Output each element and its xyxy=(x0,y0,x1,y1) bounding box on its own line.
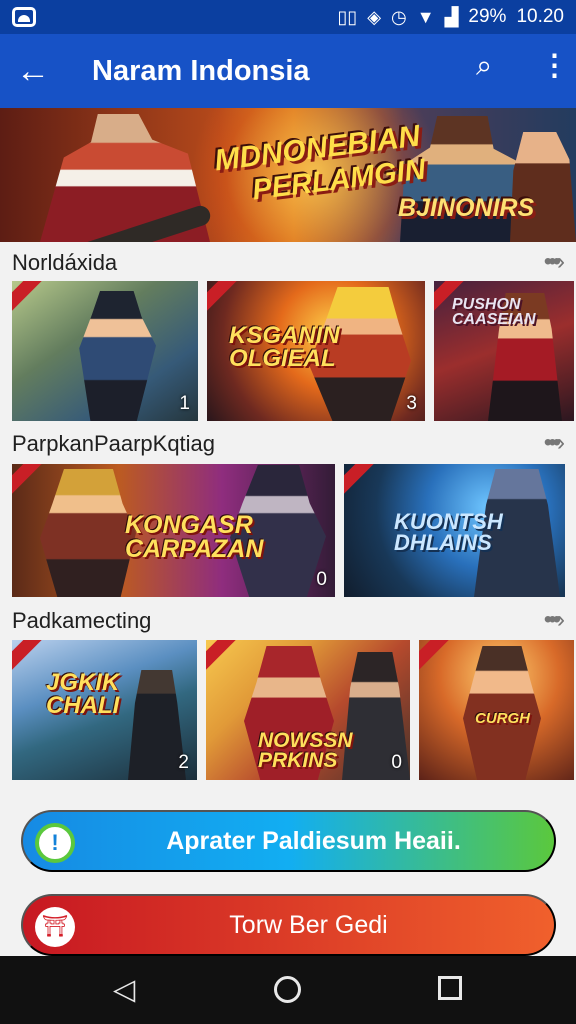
game-card-row: 1 KSGANIN OLGIEAL 3 PUSHON CAASEIAN xyxy=(12,281,574,421)
section-title: Padkamecting xyxy=(12,608,152,633)
game-card[interactable]: NOWSSN PRKINS 0 xyxy=(206,640,410,780)
game-card[interactable]: KUONTSH DHLAINS xyxy=(344,464,565,597)
card-title: KSGANIN OLGIEAL xyxy=(229,322,340,372)
alarm-icon: ◷ xyxy=(391,7,407,27)
card-count: 1 xyxy=(179,393,190,414)
game-card[interactable]: KSGANIN OLGIEAL 3 xyxy=(207,281,425,421)
app-bar: ← Naram Indonsia ⌕ ⋮ xyxy=(0,34,576,108)
banner-title-line-3: BJINONIRS xyxy=(398,194,535,222)
back-arrow-icon[interactable]: ← xyxy=(0,54,66,88)
nav-recent-apps-icon[interactable] xyxy=(438,976,462,1000)
wifi-icon: ▼ xyxy=(416,7,435,27)
card-title: NOWSSN PRKINS xyxy=(258,729,353,772)
nav-home-icon[interactable] xyxy=(274,976,301,1003)
card-count: 0 xyxy=(316,569,327,590)
primary-button-label: Aprater Paldiesum Heaii. xyxy=(166,826,461,855)
section-more-arrow-icon[interactable]: •••› xyxy=(544,606,565,634)
section-norldaxida: Norldáxida •••› 1 KSGANIN OLGIEAL 3 PUSH… xyxy=(0,242,576,422)
gate-icon: ⛩ xyxy=(35,907,75,947)
card-count: 0 xyxy=(391,752,402,773)
card-title: KONGASR CARPAZAN xyxy=(125,511,264,563)
section-title: Norldáxida xyxy=(12,250,118,275)
section-more-arrow-icon[interactable]: •••› xyxy=(544,429,565,457)
clock-icon: ! xyxy=(35,823,75,863)
card-count: 2 xyxy=(178,752,189,773)
game-card[interactable]: KONGASR CARPAZAN 0 xyxy=(12,464,335,597)
primary-action-button[interactable]: ! Aprater Paldiesum Heaii. xyxy=(21,810,556,872)
nav-back-icon[interactable]: ◁ xyxy=(113,976,135,1005)
battery-percentage: 29% xyxy=(468,6,507,27)
game-card[interactable]: PUSHON CAASEIAN xyxy=(434,281,574,421)
card-title: KUONTSH DHLAINS xyxy=(394,509,503,555)
card-title: CURGH xyxy=(475,710,530,727)
nfc-icon: ◈ xyxy=(367,7,382,27)
game-card[interactable]: 1 xyxy=(12,281,198,421)
android-notification-icon xyxy=(12,7,36,27)
status-time: 10.20 xyxy=(516,6,564,27)
card-count: 3 xyxy=(406,393,417,414)
secondary-action-button[interactable]: ⛩ Torw Ber Gedi xyxy=(21,894,556,956)
section-parpkanpaarpkqtiag: ParpkanPaarpKqtiag •••› KONGASR CARPAZAN… xyxy=(0,420,576,598)
system-navigation-bar: ◁ xyxy=(0,956,576,1024)
card-title: PUSHON CAASEIAN xyxy=(452,296,536,329)
page-title: Naram Indonsia xyxy=(92,54,310,87)
featured-banner[interactable]: MDNONEBIAN PERLAMGIN BJINONIRS xyxy=(0,108,576,242)
more-options-icon[interactable]: ⋮ xyxy=(540,52,569,81)
signal-icon: ▟ xyxy=(444,7,459,27)
vibrate-icon: ▯▯ xyxy=(337,7,358,27)
search-icon[interactable]: ⌕ xyxy=(476,52,492,81)
game-card-row: JGKIK CHALI 2 NOWSSN PRKINS 0 CURGH xyxy=(12,640,574,780)
status-bar: ▯▯ ◈ ◷ ▼ ▟ 29% 10.20 xyxy=(0,0,576,34)
secondary-button-label: Torw Ber Gedi xyxy=(229,910,388,939)
section-title: ParpkanPaarpKqtiag xyxy=(12,431,216,456)
game-card[interactable]: CURGH xyxy=(419,640,574,780)
game-card[interactable]: JGKIK CHALI 2 xyxy=(12,640,197,780)
status-icons: ▯▯ ◈ ◷ ▼ ▟ 29% 10.20 xyxy=(337,6,564,28)
game-card-row: KONGASR CARPAZAN 0 KUONTSH DHLAINS xyxy=(12,464,565,597)
section-more-arrow-icon[interactable]: •••› xyxy=(544,248,565,276)
card-title: JGKIK CHALI xyxy=(46,669,120,719)
section-padkamecting: Padkamecting •••› JGKIK CHALI 2 NOWSSN P… xyxy=(0,598,576,782)
banner-hero xyxy=(510,132,576,242)
